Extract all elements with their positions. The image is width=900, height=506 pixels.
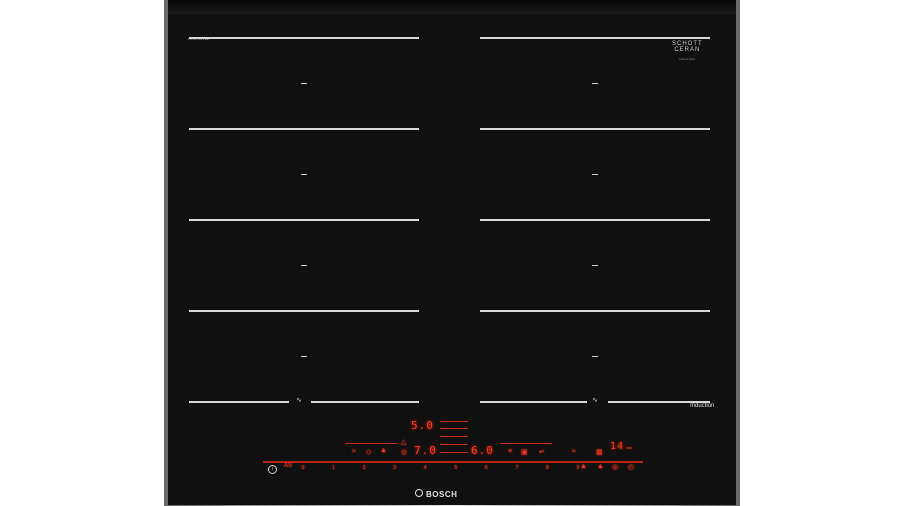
flex-zone-icon-left: ∿ xyxy=(296,397,302,404)
zone-left-line-4 xyxy=(189,310,419,312)
scale-4[interactable]: 4 xyxy=(420,465,430,473)
zone-marker xyxy=(592,265,598,266)
induction-label: Induction xyxy=(690,403,715,409)
scale-0[interactable]: 0 xyxy=(298,465,308,473)
scale-6[interactable]: 6 xyxy=(481,465,491,473)
zone-right-line-1 xyxy=(480,37,710,39)
zone-marker xyxy=(592,356,598,357)
zone-marker xyxy=(592,174,598,175)
bosch-brand: BOSCH xyxy=(426,490,458,499)
display-right: 14 xyxy=(610,441,625,452)
favorite-icon[interactable]: ▲ xyxy=(597,463,604,470)
red-bar xyxy=(345,443,397,444)
red-bar xyxy=(500,443,552,444)
plus-icon[interactable]: ▲ xyxy=(580,463,587,470)
red-bar xyxy=(440,452,468,453)
scale-3[interactable]: 3 xyxy=(390,465,400,473)
timer-unit: min xyxy=(625,445,633,450)
pan-icon[interactable]: ≈ xyxy=(352,448,356,455)
lock-icon[interactable]: ▣ xyxy=(521,448,528,456)
zone-left-line-3 xyxy=(189,219,419,221)
scale-1[interactable]: 1 xyxy=(329,465,339,473)
zone-marker xyxy=(301,83,307,84)
scale-8[interactable]: 8 xyxy=(542,465,552,473)
zone-marker xyxy=(592,83,598,84)
red-bar xyxy=(440,421,468,422)
red-bar xyxy=(440,436,468,437)
keep-warm-icon[interactable]: ↵ xyxy=(539,448,545,456)
display-mid-right: 6.0 xyxy=(471,444,494,457)
zone-right-line-4 xyxy=(480,310,710,312)
wifi-icon[interactable]: ≈ xyxy=(572,448,576,455)
red-bar xyxy=(440,428,468,429)
cooktop-glass xyxy=(168,2,736,505)
display-left: 5.0 xyxy=(411,419,434,432)
brand-bottom: CERAN xyxy=(674,47,701,53)
hob-icon[interactable]: △ xyxy=(401,438,406,446)
auto-flex-icon[interactable]: AS xyxy=(284,463,292,469)
boost-icon[interactable]: ≡ xyxy=(508,448,512,455)
timer-icon[interactable]: ◎ xyxy=(401,448,407,456)
power-scale[interactable]: 0 1 2 3 4 5 6 7 8 9 xyxy=(298,465,583,473)
zone-right-line-3 xyxy=(480,219,710,221)
pot-icon[interactable]: ▲ xyxy=(380,447,387,454)
display-mid-left: 7.0 xyxy=(414,444,437,457)
zone-right-line-2 xyxy=(480,128,710,130)
hood-icon[interactable]: ▦ xyxy=(596,448,603,456)
cooktop-rim xyxy=(168,0,736,14)
zone-right-line-5a xyxy=(480,401,587,403)
scale-5[interactable]: 5 xyxy=(451,465,461,473)
minus-timer-icon[interactable]: ◎ xyxy=(612,463,618,471)
scale-7[interactable]: 7 xyxy=(512,465,522,473)
power-button[interactable]: i xyxy=(268,465,277,474)
brand-small: induction xyxy=(679,57,696,61)
zone-marker xyxy=(301,356,307,357)
zone-left-line-1 xyxy=(189,37,419,39)
clock-icon[interactable]: ◴ xyxy=(628,463,634,471)
flex-zone-icon-right: ∿ xyxy=(592,397,598,404)
zone-marker xyxy=(301,174,307,175)
zone-left-line-5a xyxy=(189,401,289,403)
scale-2[interactable]: 2 xyxy=(359,465,369,473)
red-bar xyxy=(440,444,468,445)
bosch-logo-icon xyxy=(415,489,423,497)
zone-left-line-5b xyxy=(311,401,419,403)
schott-ceran-logo: SCHOTT CERAN induction xyxy=(672,41,703,62)
frying-icon[interactable]: ◇ xyxy=(366,448,371,456)
zone-marker xyxy=(301,265,307,266)
zone-left-line-2 xyxy=(189,128,419,130)
